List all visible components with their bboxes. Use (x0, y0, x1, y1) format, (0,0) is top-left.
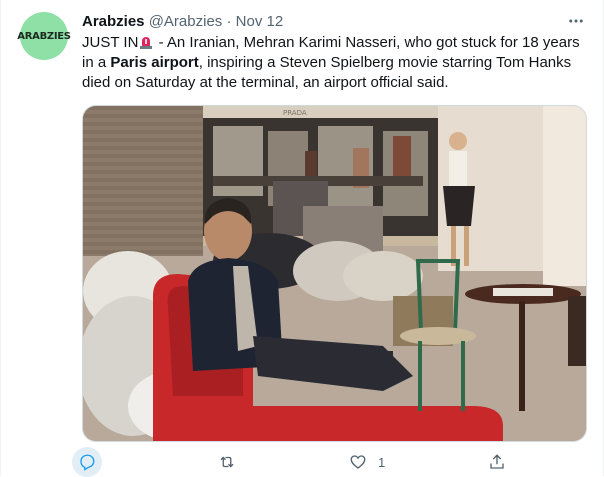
like-count: 1 (378, 454, 386, 470)
photo-scene: PRADA (83, 106, 586, 441)
share-icon (490, 454, 504, 469)
retweet-icon (220, 456, 234, 468)
tweet-bold-phrase: Paris airport (110, 54, 199, 71)
reply-button[interactable] (72, 447, 113, 477)
retweet-button[interactable] (218, 450, 247, 474)
avatar-text: ARABZIES (17, 30, 71, 42)
like-button[interactable]: 1 (349, 450, 385, 474)
avatar[interactable]: ARABZIES (17, 12, 71, 60)
more-icon[interactable] (564, 12, 588, 32)
shop-sign-bar (203, 106, 438, 118)
separator-dot: · (226, 13, 232, 30)
tweet-header: Arabzies @Arabzies · Nov 12 (82, 12, 283, 32)
tweet-text-prefix: JUST IN (82, 34, 139, 51)
share-button[interactable] (488, 450, 506, 474)
action-bar: 1 (1, 447, 604, 477)
like-icon (350, 455, 366, 469)
shop-sign: PRADA (283, 109, 307, 117)
author-name[interactable]: Arabzies (82, 13, 145, 30)
walking-woman (449, 132, 467, 150)
tweet-text: JUST IN - An Iranian, Mehran Karimi Nass… (82, 33, 592, 93)
reply-icon-bg (72, 447, 102, 477)
siren-emoji-icon (139, 35, 153, 49)
reply-icon (80, 454, 95, 471)
tweet-photo[interactable]: PRADA (82, 105, 587, 442)
author-handle[interactable]: @Arabzies (149, 13, 223, 30)
tweet-date[interactable]: Nov 12 (236, 13, 284, 30)
tweet: ARABZIES Arabzies @Arabzies · Nov 12 JUS… (0, 0, 604, 477)
